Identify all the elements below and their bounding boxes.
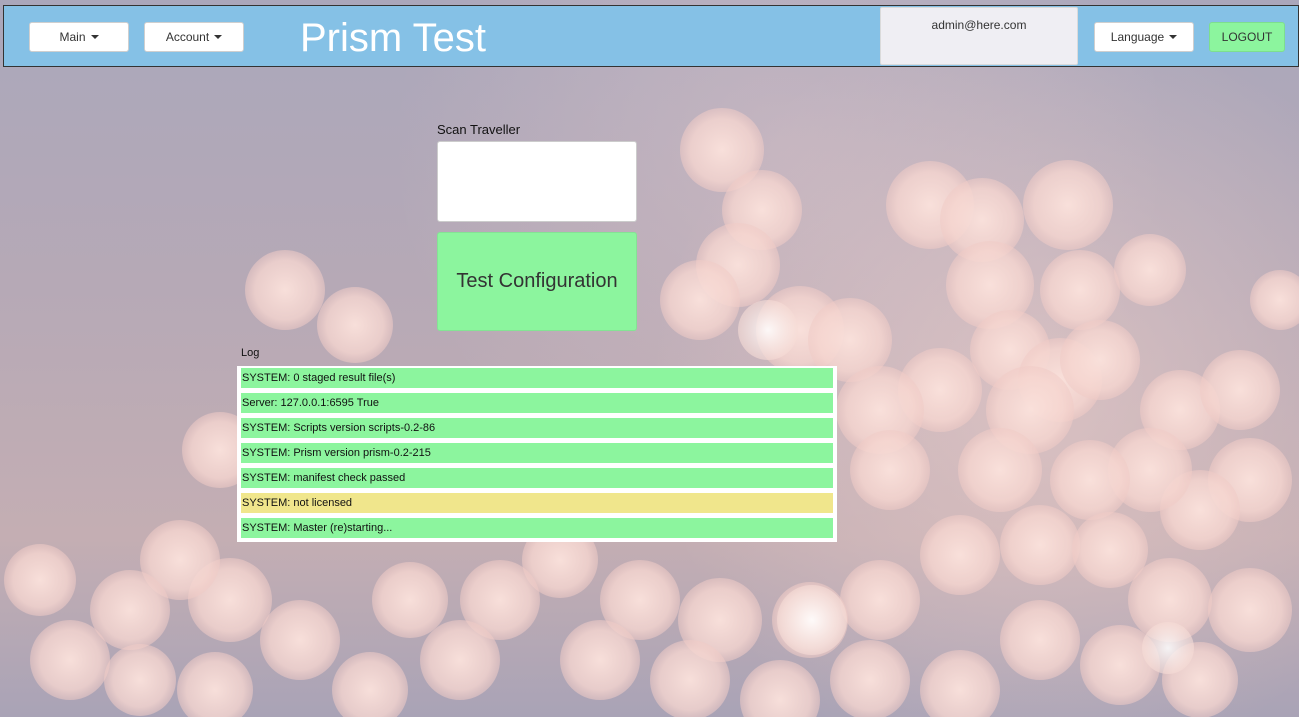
account-menu-label: Account bbox=[165, 30, 210, 44]
test-configuration-button[interactable]: Test Configuration bbox=[437, 232, 637, 331]
caret-down-icon bbox=[214, 35, 223, 39]
background-bokeh-image bbox=[4, 108, 1299, 717]
log-entry: SYSTEM: Master (re)starting... bbox=[241, 518, 833, 538]
caret-down-icon bbox=[1169, 35, 1178, 39]
log-entry: SYSTEM: Prism version prism-0.2-215 bbox=[241, 443, 833, 463]
user-email-box: admin@here.com bbox=[880, 7, 1078, 65]
logout-button[interactable]: LOGOUT bbox=[1209, 22, 1285, 52]
caret-down-icon bbox=[90, 35, 99, 39]
scan-traveller-input[interactable] bbox=[437, 141, 637, 222]
language-dropdown[interactable]: Language bbox=[1094, 22, 1194, 52]
top-navbar: Main Account Prism Test admin@here.com L… bbox=[3, 5, 1299, 67]
log-entry: Server: 127.0.0.1:6595 True bbox=[241, 393, 833, 413]
log-entry: SYSTEM: 0 staged result file(s) bbox=[241, 368, 833, 388]
language-label: Language bbox=[1110, 30, 1165, 44]
app-title: Prism Test bbox=[300, 16, 486, 60]
scan-traveller-label: Scan Traveller bbox=[437, 122, 521, 137]
log-label: Log bbox=[241, 347, 260, 359]
main-menu-dropdown[interactable]: Main bbox=[29, 22, 129, 52]
user-email: admin@here.com bbox=[931, 18, 1027, 32]
log-entry: SYSTEM: manifest check passed bbox=[241, 468, 833, 488]
account-menu-dropdown[interactable]: Account bbox=[144, 22, 244, 52]
log-entry: SYSTEM: Scripts version scripts-0.2-86 bbox=[241, 418, 833, 438]
log-panel: SYSTEM: 0 staged result file(s) Server: … bbox=[237, 366, 837, 542]
main-menu-label: Main bbox=[59, 30, 86, 44]
log-entry: SYSTEM: not licensed bbox=[241, 493, 833, 513]
